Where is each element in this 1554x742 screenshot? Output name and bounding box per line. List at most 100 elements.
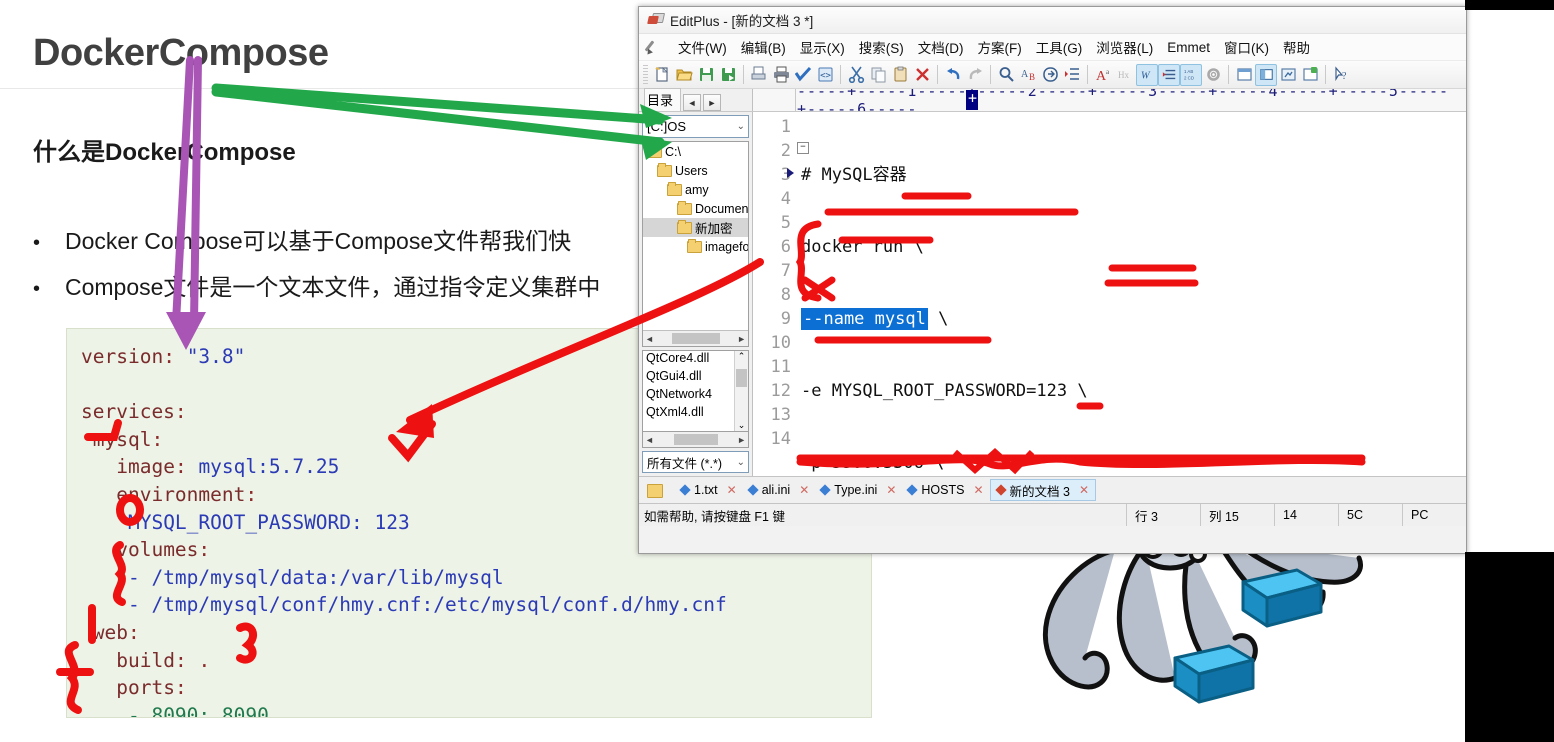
folder-icon bbox=[667, 182, 682, 196]
folder-tree[interactable]: C:\ Users amy Document 新加密 imagefor ◄ ► bbox=[642, 141, 749, 347]
tab-aliini[interactable]: ali.ini ✕ bbox=[743, 479, 816, 501]
spellcheck-icon[interactable] bbox=[792, 64, 814, 86]
scrollbar-thumb[interactable] bbox=[673, 434, 718, 445]
tree-item-amy[interactable]: amy bbox=[643, 180, 748, 199]
paste-icon[interactable] bbox=[889, 64, 911, 86]
directory-tab-strip[interactable]: 目录 ◄ ► bbox=[639, 88, 753, 111]
font-icon[interactable]: Aa bbox=[1092, 64, 1114, 86]
list-item[interactable]: QtNetwork4 bbox=[643, 387, 748, 405]
tree-item-selected-folder[interactable]: 新加密 bbox=[643, 218, 748, 237]
menu-edit[interactable]: 编辑(B) bbox=[734, 35, 793, 59]
scroll-left-arrow-icon[interactable]: ◄ bbox=[645, 435, 654, 445]
tree-item-imagefor[interactable]: imagefor bbox=[643, 237, 748, 256]
drive-select[interactable]: [C:]OS ⌄ bbox=[642, 115, 749, 138]
menu-browser[interactable]: 浏览器(L) bbox=[1089, 35, 1160, 59]
open-folder-icon[interactable] bbox=[673, 64, 695, 86]
list-item[interactable]: QtGui4.dll bbox=[643, 369, 748, 387]
print-preview-icon[interactable] bbox=[748, 64, 770, 86]
print-icon[interactable] bbox=[770, 64, 792, 86]
cut-icon[interactable] bbox=[845, 64, 867, 86]
save-as-icon[interactable] bbox=[717, 64, 739, 86]
close-icon[interactable]: ✕ bbox=[799, 483, 809, 497]
scroll-down-arrow-icon[interactable]: ⌄ bbox=[738, 420, 746, 431]
tree-item-c-drive[interactable]: C:\ bbox=[643, 142, 748, 161]
folder-icon[interactable] bbox=[647, 483, 663, 498]
menu-search[interactable]: 搜索(S) bbox=[852, 35, 911, 59]
line-number-icon[interactable]: 1 AB 2 CD bbox=[1180, 63, 1202, 86]
file-list-horizontal-scrollbar[interactable]: ◄ ► bbox=[642, 432, 749, 448]
line-number: 2 bbox=[780, 141, 791, 161]
settings-gear-icon[interactable] bbox=[1202, 64, 1224, 86]
code-editor[interactable]: 1 2 3 4 5 6 7 8 9 10 11 12 13 14 − # MyS… bbox=[753, 112, 1466, 476]
save-icon[interactable] bbox=[695, 64, 717, 86]
menu-window[interactable]: 窗口(K) bbox=[1217, 35, 1276, 59]
menu-project[interactable]: 方案(F) bbox=[970, 35, 1028, 59]
file-filter-select[interactable]: 所有文件 (*.*) ⌄ bbox=[642, 451, 749, 473]
help-pointer-icon[interactable]: ? bbox=[1330, 64, 1352, 86]
window-pane-icon[interactable] bbox=[1233, 64, 1255, 86]
copy-icon[interactable] bbox=[867, 64, 889, 86]
folder-icon bbox=[677, 201, 692, 215]
chevron-down-icon[interactable]: ⌄ bbox=[737, 121, 745, 132]
browser-icon[interactable] bbox=[1299, 64, 1321, 86]
find-icon[interactable] bbox=[995, 64, 1017, 86]
menu-tools[interactable]: 工具(G) bbox=[1029, 35, 1090, 59]
tab-1txt[interactable]: 1.txt ✕ bbox=[675, 479, 743, 501]
line-number: 13 bbox=[770, 405, 791, 425]
scrollbar-thumb[interactable] bbox=[736, 369, 747, 387]
close-icon[interactable]: ✕ bbox=[727, 483, 737, 497]
split-view-icon[interactable] bbox=[1255, 63, 1277, 86]
tree-item-document[interactable]: Document bbox=[643, 199, 748, 218]
directory-tab-prev-button[interactable]: ◄ bbox=[683, 94, 702, 111]
svg-text:<>: <> bbox=[820, 71, 831, 81]
goto-icon[interactable] bbox=[1039, 64, 1061, 86]
menu-emmet[interactable]: Emmet bbox=[1160, 38, 1217, 57]
replace-icon[interactable]: AB bbox=[1017, 64, 1039, 86]
status-mode: PC bbox=[1402, 504, 1466, 526]
toolbar-grip[interactable] bbox=[643, 64, 648, 85]
scroll-up-arrow-icon[interactable]: ⌃ bbox=[738, 351, 746, 362]
file-list-vertical-scrollbar[interactable]: ⌃ ⌄ bbox=[734, 351, 748, 431]
list-item[interactable]: QtXml4.dll bbox=[643, 405, 748, 423]
code-text[interactable]: # MySQL容器 docker run \ --name mysql \ -e… bbox=[801, 115, 1466, 476]
menu-document[interactable]: 文档(D) bbox=[911, 35, 971, 59]
undo-icon[interactable] bbox=[942, 64, 964, 86]
indent-icon[interactable] bbox=[1061, 64, 1083, 86]
close-icon[interactable]: ✕ bbox=[886, 483, 896, 497]
editplus-window[interactable]: EditPlus - [新的文档 3 *] 文件(W) 编辑(B) 显示(X) … bbox=[638, 6, 1467, 554]
scrollbar-thumb[interactable] bbox=[671, 333, 720, 344]
tree-item-label: amy bbox=[685, 182, 709, 197]
menu-bar[interactable]: 文件(W) 编辑(B) 显示(X) 搜索(S) 文档(D) 方案(F) 工具(G… bbox=[639, 34, 1466, 61]
list-item[interactable]: QtCore4.dll bbox=[643, 351, 748, 369]
close-icon[interactable]: ✕ bbox=[973, 483, 983, 497]
word-wrap-icon[interactable]: W bbox=[1136, 63, 1158, 86]
delete-icon[interactable] bbox=[911, 64, 933, 86]
scroll-left-arrow-icon[interactable]: ◄ bbox=[645, 334, 654, 344]
hex-icon[interactable]: Hx bbox=[1114, 64, 1136, 86]
directory-panel[interactable]: [C:]OS ⌄ C:\ Users amy Document 新加密 imag… bbox=[639, 112, 753, 476]
close-icon[interactable]: ✕ bbox=[1079, 483, 1089, 497]
new-file-icon[interactable] bbox=[651, 64, 673, 86]
document-tab-bar[interactable]: 1.txt ✕ ali.ini ✕ Type.ini ✕ HOSTS ✕ 新的文… bbox=[639, 476, 1466, 503]
tree-horizontal-scrollbar[interactable]: ◄ ► bbox=[643, 330, 748, 346]
page-title: DockerCompose bbox=[33, 32, 329, 74]
directory-tab-next-button[interactable]: ► bbox=[703, 94, 722, 111]
toolbar[interactable]: <> AB Aa Hx W 1 AB 2 CD ? bbox=[639, 61, 1466, 89]
code-tag-icon[interactable]: <> bbox=[814, 64, 836, 86]
menu-help[interactable]: 帮助 bbox=[1276, 35, 1317, 59]
tab-new-document-3[interactable]: 新的文档 3 ✕ bbox=[989, 479, 1097, 501]
menu-view[interactable]: 显示(X) bbox=[793, 35, 852, 59]
tab-hosts[interactable]: HOSTS ✕ bbox=[902, 479, 989, 501]
file-list[interactable]: QtCore4.dll QtGui4.dll QtNetwork4 QtXml4… bbox=[642, 350, 749, 432]
scroll-right-arrow-icon[interactable]: ► bbox=[737, 334, 746, 344]
drive-select-value: [C:]OS bbox=[647, 119, 687, 134]
redo-icon[interactable] bbox=[964, 64, 986, 86]
tab-typeini[interactable]: Type.ini ✕ bbox=[815, 479, 902, 501]
preview-icon[interactable] bbox=[1277, 64, 1299, 86]
scroll-right-arrow-icon[interactable]: ► bbox=[737, 435, 746, 445]
directory-tab-label[interactable]: 目录 bbox=[644, 88, 682, 111]
chevron-down-icon[interactable]: ⌄ bbox=[737, 457, 745, 468]
menu-file[interactable]: 文件(W) bbox=[671, 35, 734, 59]
align-icon[interactable] bbox=[1158, 63, 1180, 86]
tree-item-users[interactable]: Users bbox=[643, 161, 748, 180]
